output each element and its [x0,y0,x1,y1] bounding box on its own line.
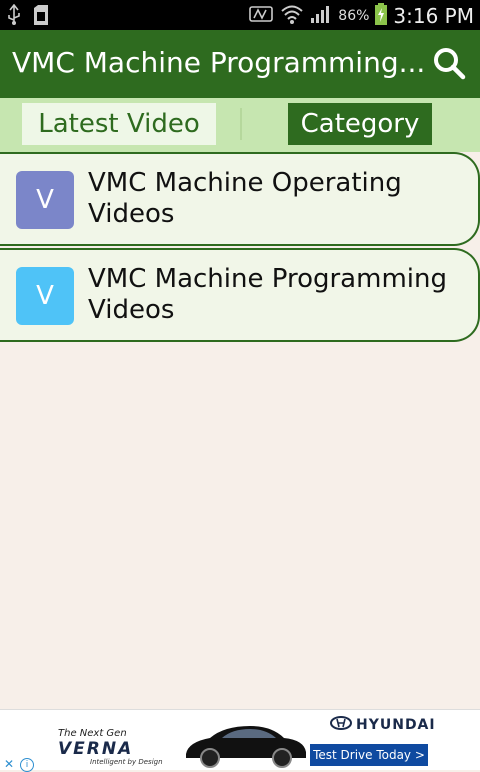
tab-category[interactable]: Category [288,103,432,145]
battery-charging-icon [375,3,388,29]
list-item-title: VMC Machine Operating Videos [88,168,402,229]
wifi-icon [280,3,304,29]
ad-cta-button[interactable]: Test Drive Today > [310,744,428,766]
app-bar: VMC Machine Programming... [0,30,480,98]
app-title: VMC Machine Programming... [12,46,426,79]
ad-info-icon[interactable]: i [20,758,34,772]
ad-tagline-bottom: Intelligent by Design [90,758,163,766]
list-item-programming-videos[interactable]: V VMC Machine Programming Videos [0,248,480,342]
tab-latest-video[interactable]: Latest Video [22,103,216,145]
ad-banner[interactable]: The Next Gen VERNA Intelligent by Design… [0,709,480,772]
car-image [186,726,306,768]
list-item-title: VMC Machine Programming Videos [88,264,447,325]
ad-tagline-top: The Next Gen [58,728,127,739]
nfc-icon [248,4,274,28]
status-bar: 86% 3:16 PM [0,0,480,30]
avatar: V [16,267,74,325]
category-list: V VMC Machine Operating Videos V VMC Mac… [0,152,480,344]
search-icon [434,48,466,80]
usb-icon [6,3,22,30]
signal-icon [310,4,332,28]
list-item-operating-videos[interactable]: V VMC Machine Operating Videos [0,152,480,246]
search-button[interactable] [432,46,466,80]
ad-model-name: VERNA [58,739,134,759]
ad-brand: HYUNDAI [330,716,436,734]
avatar: V [16,171,74,229]
tab-strip: Latest Video Category [0,98,480,152]
hyundai-logo-icon [330,716,352,734]
clock: 3:16 PM [393,4,474,28]
battery-percent: 86% [338,8,370,24]
tab-divider [240,108,242,140]
ad-close-icon[interactable]: ✕ [4,758,16,770]
sd-card-icon [32,4,50,30]
